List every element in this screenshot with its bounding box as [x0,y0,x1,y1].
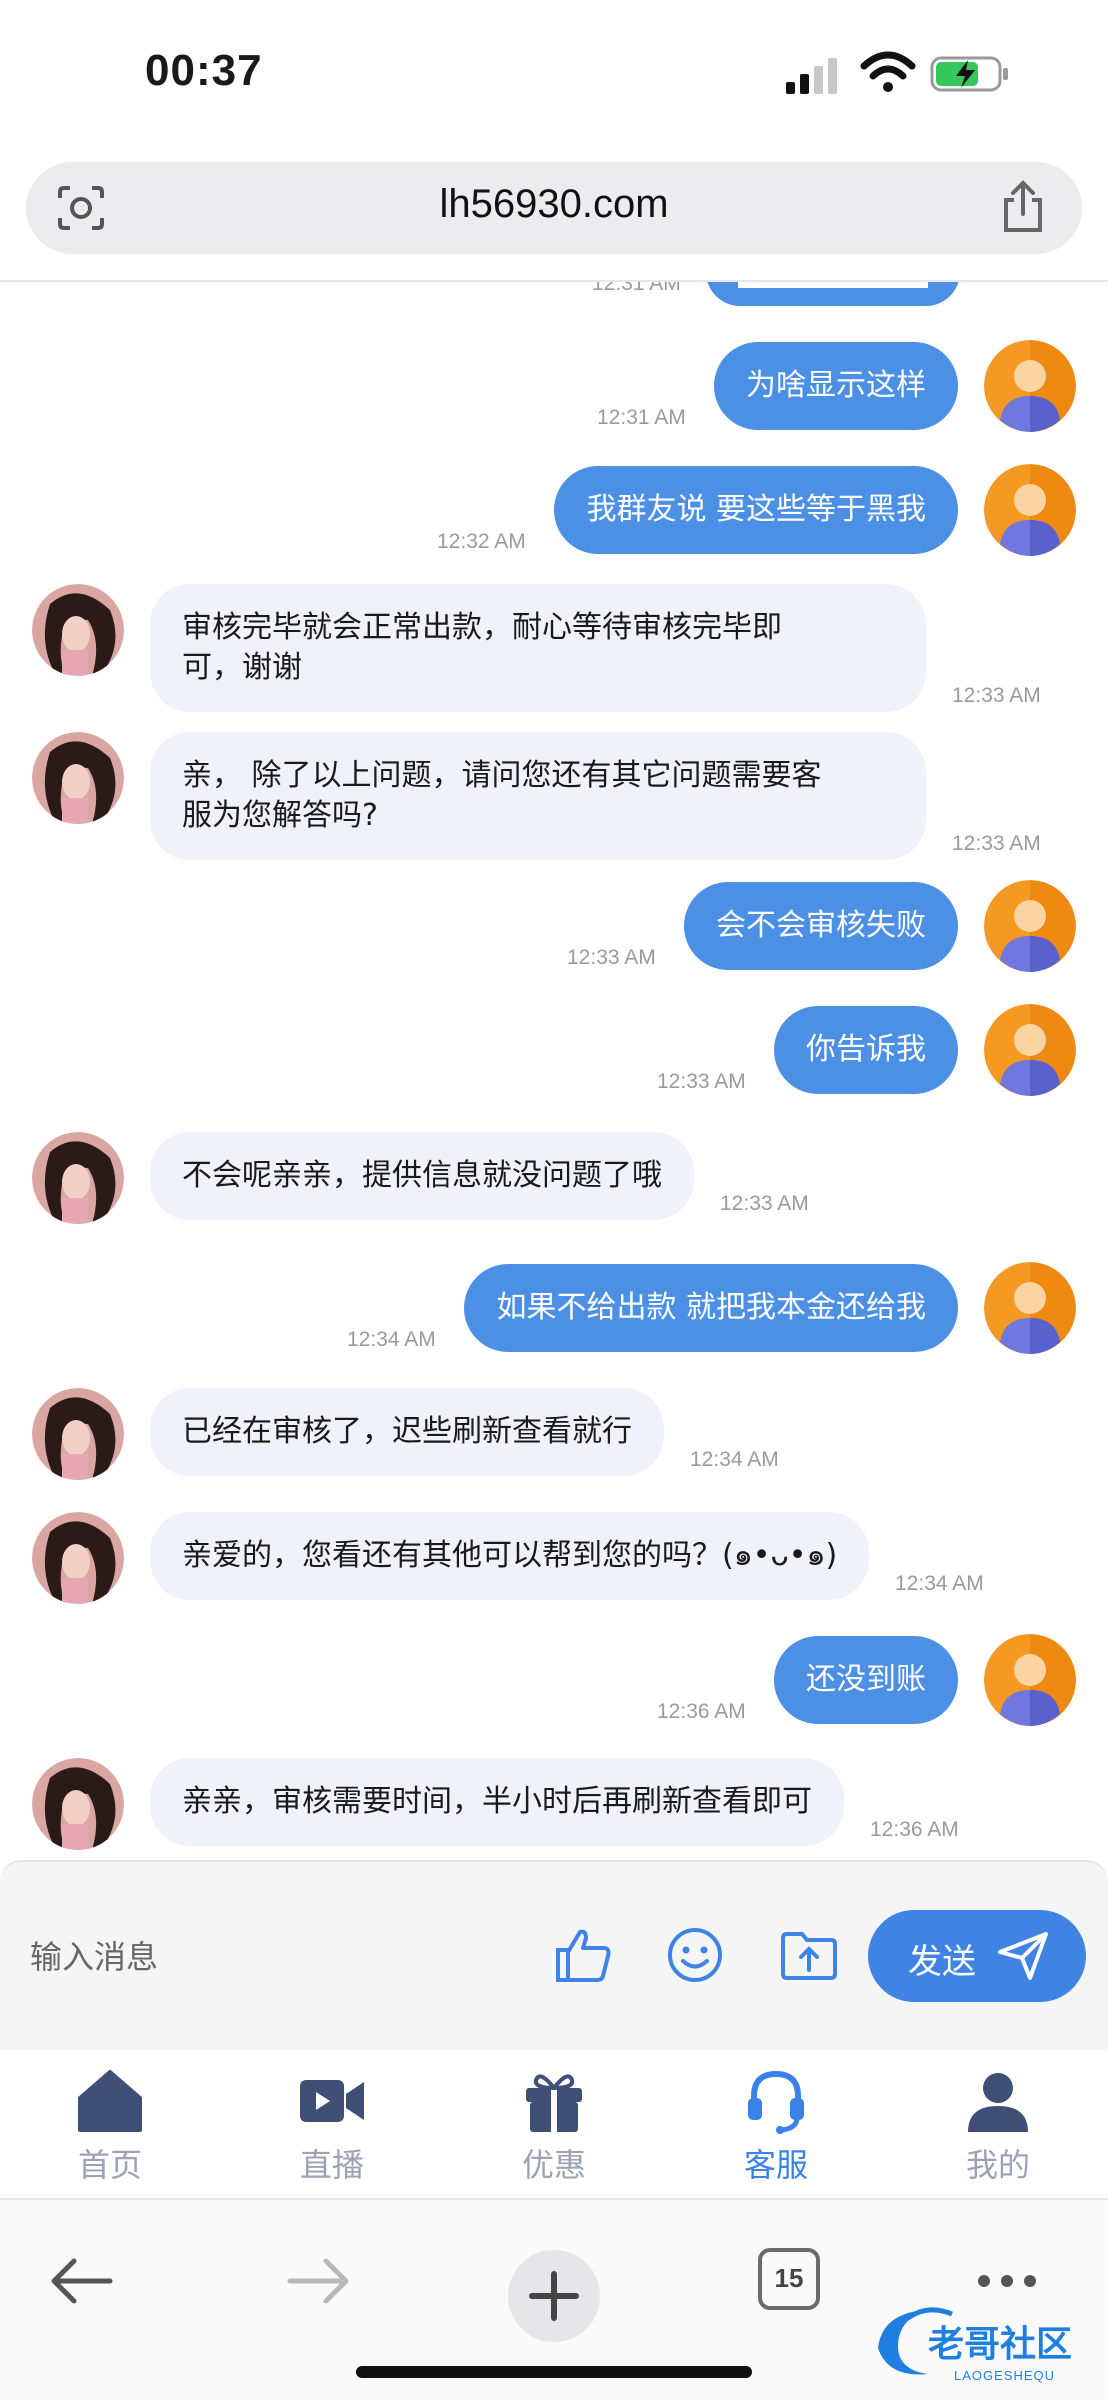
message-bubble[interactable]: 为啥显示这样 [714,342,958,430]
message-time: 12:34 AM [347,1328,436,1351]
agent-avatar [32,1388,124,1480]
chat-history[interactable]: 12:31 AM 为啥显示这样 12:31 AM 我群友说 要这些等于黑我 12:32… [0,282,1108,1860]
share-icon[interactable] [1000,180,1046,234]
message-time: 12:33 AM [657,1070,746,1093]
agent-avatar [32,1512,124,1604]
send-label: 发送 [908,1942,976,1982]
user-avatar [984,1004,1076,1096]
status-time: 00:37 [145,46,263,95]
address-bar[interactable]: lh56930.com [26,162,1082,254]
nav-item-home[interactable]: 首页 [50,2060,170,2190]
message-bubble[interactable]: 已经在审核了，迟些刷新查看就行 [150,1388,664,1476]
back-arrow-icon[interactable] [48,2252,114,2310]
message-text: 亲亲，审核需要时间，半小时后再刷新查看即可 [182,1784,812,1819]
nav-item-support[interactable]: 客服 [716,2060,836,2190]
nav-item-promotions[interactable]: 优惠 [494,2060,614,2190]
message-time: 12:34 AM [895,1572,984,1595]
message-bubble[interactable]: 不会呢亲亲，提供信息就没问题了哦 [150,1132,694,1220]
svg-text:LAOGESHEQU: LAOGESHEQU [954,2368,1055,2383]
message-time: 12:32 AM [437,530,526,553]
message-time: 12:36 AM [657,1700,746,1723]
nav-label: 客服 [743,2146,808,2184]
message-bubble[interactable]: 亲， 除了以上问题，请问您还有其它问题需要客 服为您解答吗? [150,732,926,860]
agent-avatar [32,1132,124,1224]
laoge-community-watermark-logo: 老哥社区 LAOGESHEQU [878,2307,1073,2383]
message-text: 亲， 除了以上问题，请问您还有其它问题需要客 [182,758,822,793]
headset-icon [748,2070,804,2134]
message-bubble[interactable]: 亲爱的，您看还有其他可以帮到您的吗？(๑•ᴗ•๑) [150,1512,870,1600]
plus-icon [529,2271,579,2321]
message-text: 审核完毕就会正常出款，耐心等待审核完毕即 [182,610,782,645]
wifi-icon [860,51,916,92]
paper-plane-icon [998,1932,1048,1980]
message-bubble[interactable]: 如果不给出款 就把我本金还给我 [464,1264,958,1352]
message-text: 服为您解答吗? [182,798,378,833]
status-bar: 00:37 [0,0,1108,150]
nav-label: 直播 [299,2146,364,2184]
nav-label: 我的 [965,2146,1030,2184]
home-icon [78,2070,142,2132]
image-placeholder [738,282,928,288]
url-text[interactable]: lh56930.com [26,182,1082,227]
message-bubble[interactable]: 你告诉我 [774,1006,958,1094]
user-avatar [984,340,1076,432]
user-avatar [984,1634,1076,1726]
partial-bubble [706,282,960,306]
message-input[interactable]: 输入消息 [30,1932,158,1978]
emoji-icon[interactable] [664,1924,726,1986]
nav-item-profile[interactable]: 我的 [938,2060,1058,2190]
gift-icon [526,2074,582,2132]
message-text: 我群友说 要这些等于黑我 [586,492,926,527]
message-time: 12:33 AM [952,832,1041,855]
message-bubble[interactable]: 亲亲，审核需要时间，半小时后再刷新查看即可 [150,1758,844,1846]
message-bubble[interactable]: 审核完毕就会正常出款，耐心等待审核完毕即 可，谢谢 [150,584,926,712]
message-text: 不会呢亲亲，提供信息就没问题了哦 [182,1158,662,1193]
message-time: 12:34 AM [690,1448,779,1471]
send-button[interactable]: 发送 [868,1910,1086,2002]
cellular-signal-icon [786,58,837,94]
thumbs-up-icon[interactable] [552,1924,614,1986]
message-text: 可，谢谢 [182,650,302,685]
home-indicator[interactable] [356,2366,752,2378]
video-icon [300,2080,364,2122]
bottom-navigation: 首页 直播 优惠 客服 我的 [0,2050,1108,2198]
message-composer: 输入消息 发送 [0,1860,1108,2050]
nav-item-live[interactable]: 直播 [272,2060,392,2190]
upload-folder-icon[interactable] [778,1924,840,1986]
user-avatar [984,464,1076,556]
agent-avatar [32,584,124,676]
agent-avatar [32,1758,124,1850]
user-icon [968,2073,1028,2132]
message-time: 12:36 AM [870,1818,959,1841]
message-time: 12:33 AM [720,1192,809,1215]
tabs-count-button[interactable]: 15 [758,2248,820,2310]
new-tab-button[interactable] [508,2250,600,2342]
agent-avatar [32,732,124,824]
message-text: 你告诉我 [806,1032,926,1067]
message-text: 为啥显示这样 [746,368,926,403]
svg-text:老哥社区: 老哥社区 [928,2324,1072,2365]
message-bubble[interactable]: 我群友说 要这些等于黑我 [554,466,958,554]
message-text: 已经在审核了，迟些刷新查看就行 [182,1414,632,1449]
message-time: 12:31 AM [592,282,681,295]
message-text: 会不会审核失败 [716,908,926,943]
message-time: 12:33 AM [952,684,1041,707]
user-avatar [984,880,1076,972]
nav-label: 优惠 [521,2146,586,2184]
message-bubble[interactable]: 会不会审核失败 [684,882,958,970]
forward-arrow-icon[interactable] [286,2252,352,2310]
message-text: 如果不给出款 就把我本金还给我 [496,1290,926,1325]
battery-charging-icon [930,56,1008,92]
nav-label: 首页 [77,2146,142,2184]
user-avatar [984,1262,1076,1354]
message-bubble[interactable]: 还没到账 [774,1636,958,1724]
message-text: 还没到账 [806,1662,926,1697]
message-text: 亲爱的，您看还有其他可以帮到您的吗？(๑•ᴗ•๑) [182,1538,838,1573]
message-time: 12:31 AM [597,406,686,429]
message-time: 12:33 AM [567,946,656,969]
